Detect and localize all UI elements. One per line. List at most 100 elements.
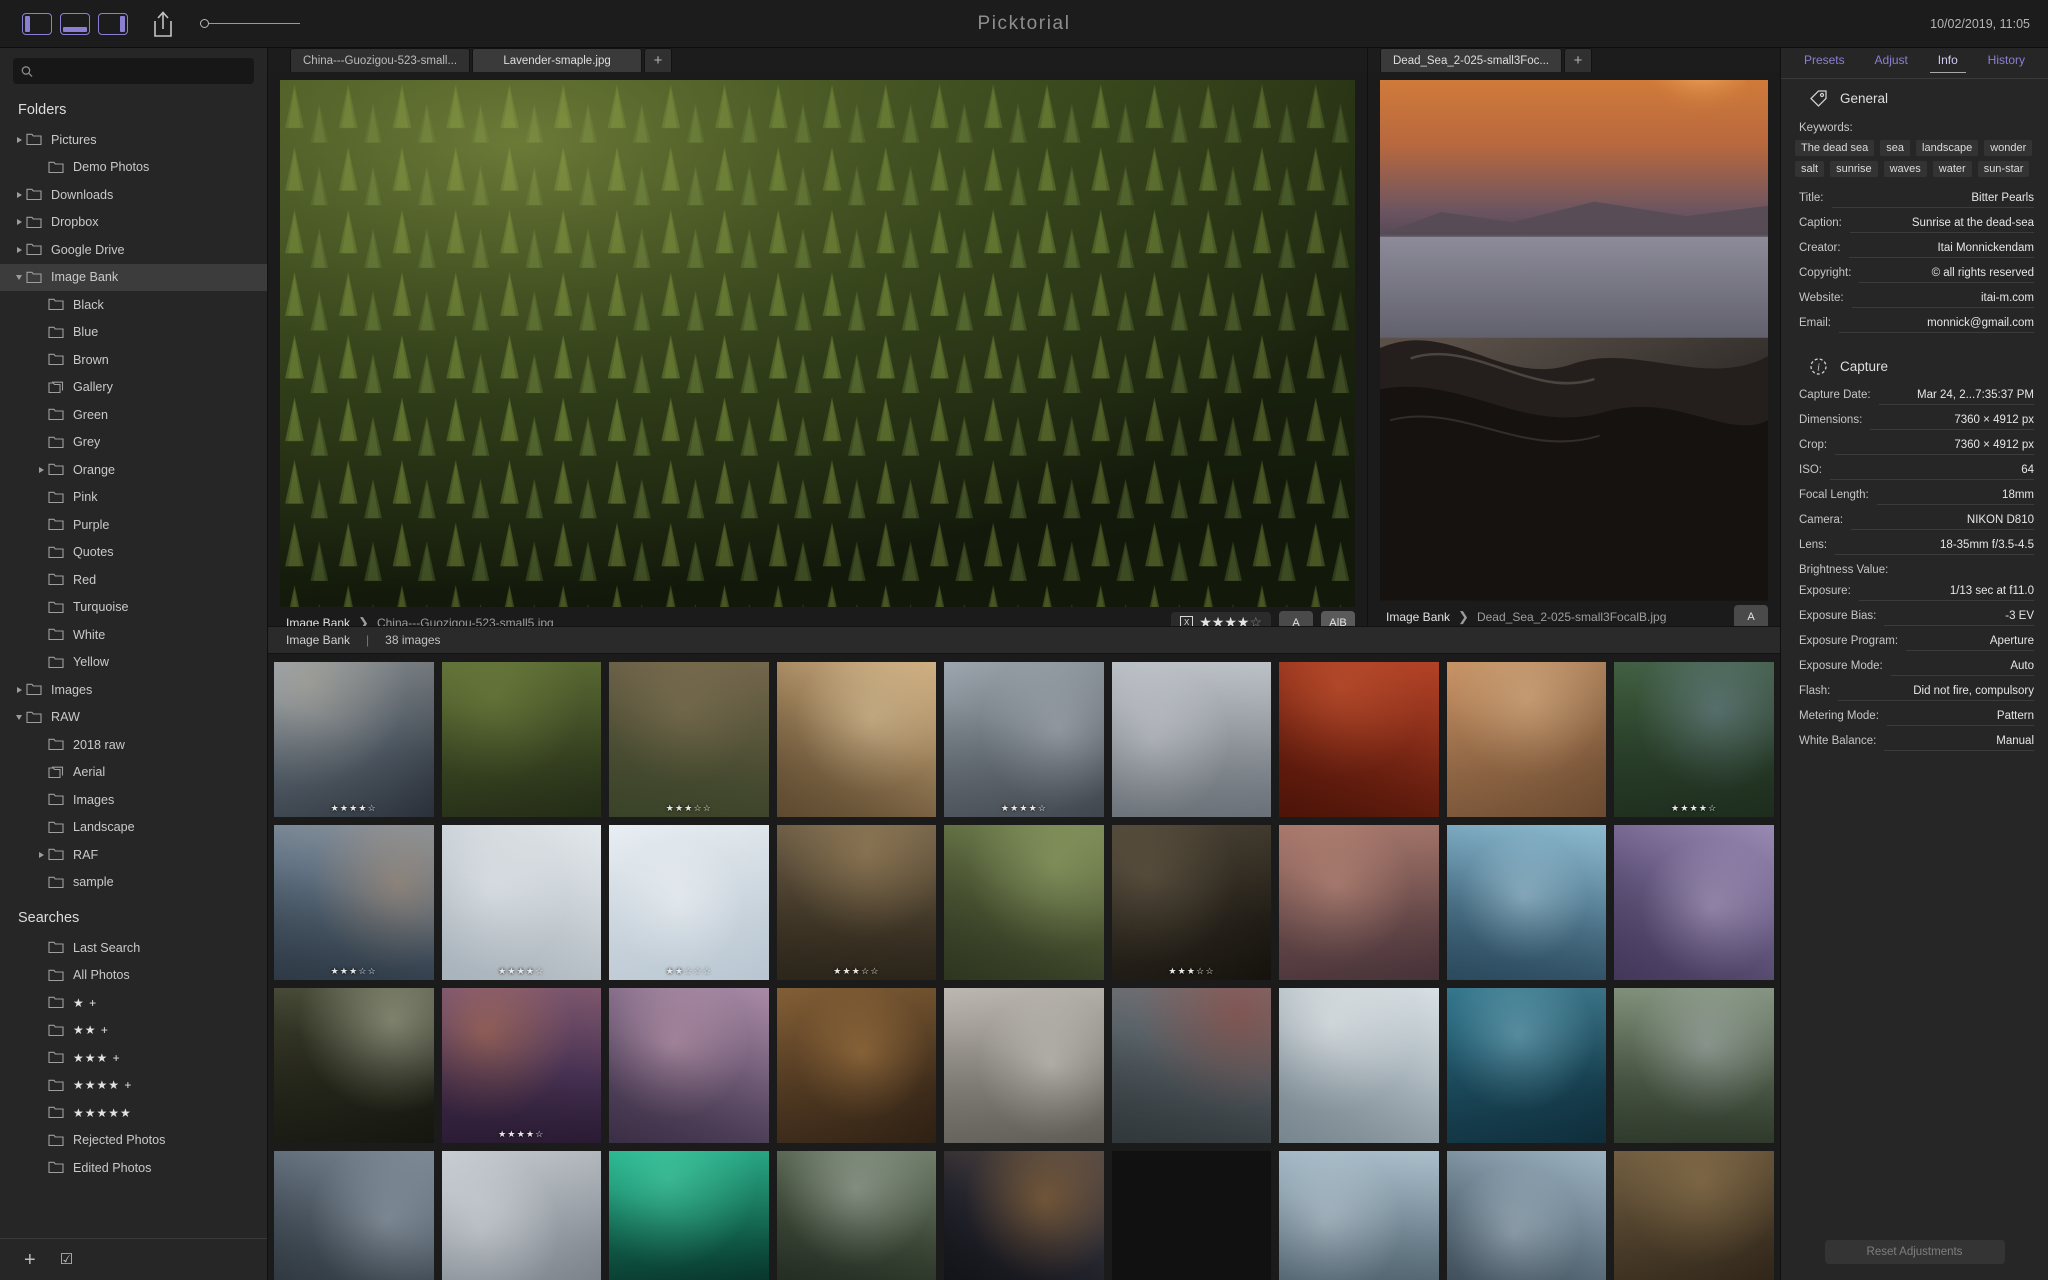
- thumbnail-cell[interactable]: [1614, 825, 1774, 980]
- search-item-edited-photos[interactable]: Edited Photos: [0, 1154, 267, 1182]
- thumbnail-cell[interactable]: ★★★★☆: [441, 1151, 602, 1280]
- folder-item-green[interactable]: Green: [0, 401, 267, 429]
- thumbnail-cell[interactable]: ★★★★☆: [1614, 1151, 1774, 1280]
- thumbnail-cell[interactable]: ★★★★☆: [1446, 1151, 1607, 1280]
- folder-item-google-drive[interactable]: Google Drive: [0, 236, 267, 264]
- metadata-value[interactable]: -3 EV: [1884, 610, 2034, 626]
- twisty-open-icon[interactable]: [12, 274, 26, 280]
- search-input[interactable]: [38, 64, 246, 78]
- folder-item-dropbox[interactable]: Dropbox: [0, 209, 267, 237]
- thumbnail-cell[interactable]: [944, 825, 1104, 980]
- search-item-[interactable]: ★★★★★: [0, 1099, 267, 1127]
- folder-item-sample[interactable]: sample: [0, 869, 267, 897]
- thumbnail-cell[interactable]: [944, 1151, 1104, 1280]
- keyword-chip[interactable]: The dead sea: [1795, 140, 1875, 156]
- thumbnail-cell[interactable]: [776, 662, 937, 817]
- add-tab-button-left[interactable]: +: [644, 48, 673, 72]
- thumbnail-cell[interactable]: [1614, 988, 1774, 1143]
- share-icon[interactable]: [150, 9, 176, 39]
- thumbnail-cell[interactable]: [944, 988, 1104, 1143]
- keyword-chip[interactable]: landscape: [1916, 140, 1979, 156]
- thumbnail-size-slider[interactable]: [200, 19, 300, 28]
- twisty-closed-icon[interactable]: [34, 851, 48, 858]
- metadata-value[interactable]: Mar 24, 2...7:35:37 PM: [1878, 389, 2034, 405]
- thumbnail-cell[interactable]: [1279, 662, 1439, 817]
- folder-item-downloads[interactable]: Downloads: [0, 181, 267, 209]
- metadata-value[interactable]: 64: [1830, 464, 2034, 480]
- tab-lavender-sample[interactable]: Lavender-smaple.jpg: [472, 48, 643, 72]
- layout-bottom-button[interactable]: [60, 12, 90, 35]
- thumbnail-cell[interactable]: [609, 988, 769, 1143]
- thumbnail-cell[interactable]: [1111, 988, 1272, 1143]
- folder-item-orange[interactable]: Orange: [0, 456, 267, 484]
- thumbnail-cell[interactable]: [1446, 662, 1607, 817]
- keyword-chip[interactable]: salt: [1795, 161, 1825, 177]
- add-tab-button-right[interactable]: +: [1563, 48, 1592, 72]
- search-item-[interactable]: ★★★ +: [0, 1044, 267, 1072]
- twisty-closed-icon[interactable]: [12, 246, 26, 253]
- folder-item-raw[interactable]: RAW: [0, 704, 267, 732]
- metadata-value[interactable]: NIKON D810: [1851, 514, 2034, 530]
- thumbnail-cell[interactable]: ★★★☆☆: [776, 825, 937, 980]
- keyword-chip[interactable]: sun-star: [1977, 161, 2030, 177]
- folder-item-gallery[interactable]: Gallery: [0, 374, 267, 402]
- metadata-value[interactable]: 18-35mm f/3.5-4.5: [1835, 539, 2034, 555]
- tab-dead-sea[interactable]: Dead_Sea_2-025-small3Foc...: [1380, 48, 1562, 72]
- tab-china-guozigou[interactable]: China---Guozigou-523-small...: [290, 48, 471, 72]
- folder-item-yellow[interactable]: Yellow: [0, 649, 267, 677]
- metadata-value[interactable]: Pattern: [1886, 710, 2034, 726]
- main-photo-deadsea[interactable]: [1380, 80, 1768, 601]
- thumbnail-cell[interactable]: ★★★☆☆: [609, 662, 769, 817]
- folder-item-red[interactable]: Red: [0, 566, 267, 594]
- search-item-[interactable]: ★ +: [0, 989, 267, 1017]
- thumbnail-cell[interactable]: [1279, 825, 1439, 980]
- layout-left-button[interactable]: [22, 12, 52, 35]
- folder-item-black[interactable]: Black: [0, 291, 267, 319]
- twisty-closed-icon[interactable]: [12, 219, 26, 226]
- thumbnail-cell[interactable]: ★★★☆☆: [274, 825, 434, 980]
- slider-knob[interactable]: [200, 19, 209, 28]
- thumbnail-cell[interactable]: ★★★★☆: [1279, 1151, 1439, 1280]
- thumbnail-cell[interactable]: [274, 988, 434, 1143]
- folder-item-pictures[interactable]: Pictures: [0, 126, 267, 154]
- folder-item-quotes[interactable]: Quotes: [0, 539, 267, 567]
- folder-item-grey[interactable]: Grey: [0, 429, 267, 457]
- panel-tab-presets[interactable]: Presets: [1804, 53, 1845, 73]
- thumbnail-cell[interactable]: [441, 662, 602, 817]
- layout-right-button[interactable]: [98, 12, 128, 35]
- folder-item-blue[interactable]: Blue: [0, 319, 267, 347]
- folder-item-raf[interactable]: RAF: [0, 841, 267, 869]
- metadata-value[interactable]: monnick@gmail.com: [1838, 317, 2034, 333]
- folder-item-image-bank[interactable]: Image Bank: [0, 263, 267, 291]
- folder-item-aerial[interactable]: Aerial: [0, 759, 267, 787]
- breadcrumb-root-right[interactable]: Image Bank: [1386, 610, 1450, 624]
- twisty-open-icon[interactable]: [12, 714, 26, 720]
- thumbnail-cell[interactable]: [1111, 662, 1272, 817]
- metadata-value[interactable]: © all rights reserved: [1859, 267, 2034, 283]
- keyword-chip[interactable]: sea: [1880, 140, 1911, 156]
- thumbnail-cell[interactable]: ★★★★☆: [441, 825, 602, 980]
- thumbnail-cell[interactable]: ★★★★☆: [274, 662, 434, 817]
- metadata-value[interactable]: Manual: [1884, 735, 2034, 751]
- thumbnail-cell[interactable]: ★★★★☆: [1614, 662, 1774, 817]
- select-mode-button[interactable]: ☑: [60, 1252, 73, 1267]
- search-item-rejected-photos[interactable]: Rejected Photos: [0, 1127, 267, 1155]
- metadata-value[interactable]: Auto: [1890, 660, 2034, 676]
- keyword-chip[interactable]: sunrise: [1830, 161, 1878, 177]
- add-folder-button[interactable]: +: [24, 1250, 36, 1270]
- twisty-closed-icon[interactable]: [12, 136, 26, 143]
- folder-item-turquoise[interactable]: Turquoise: [0, 594, 267, 622]
- thumbnail-cell[interactable]: ★★★☆☆: [1111, 825, 1272, 980]
- folder-item-2018-raw[interactable]: 2018 raw: [0, 731, 267, 759]
- main-photo-forest[interactable]: [280, 80, 1355, 607]
- slider-track[interactable]: [209, 22, 300, 25]
- keyword-chip[interactable]: water: [1932, 161, 1972, 177]
- search-item-[interactable]: ★★★★ +: [0, 1072, 267, 1100]
- metadata-value[interactable]: 1/13 sec at f11.0: [1858, 585, 2034, 601]
- keyword-chip[interactable]: wonder: [1984, 140, 2033, 156]
- thumbnail-cell[interactable]: ★★★★☆: [944, 662, 1104, 817]
- folder-item-pink[interactable]: Pink: [0, 484, 267, 512]
- folder-item-brown[interactable]: Brown: [0, 346, 267, 374]
- metadata-value[interactable]: 18mm: [1876, 489, 2034, 505]
- metadata-value[interactable]: [1896, 570, 2034, 573]
